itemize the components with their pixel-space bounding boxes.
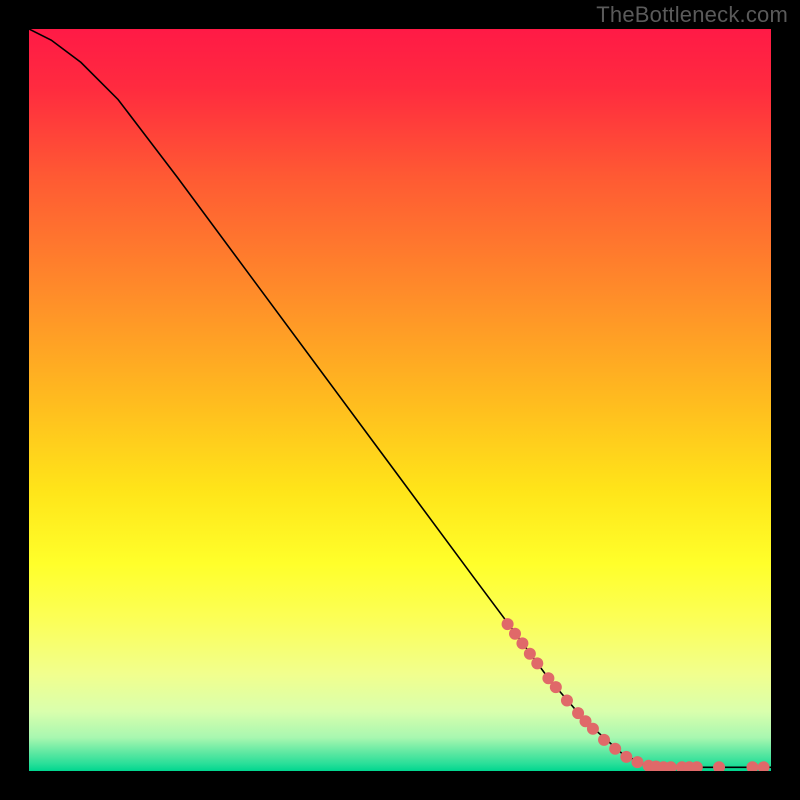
data-marker: [609, 743, 621, 755]
data-marker: [524, 648, 536, 660]
gradient-background: [29, 29, 771, 771]
data-marker: [550, 681, 562, 693]
data-marker: [516, 637, 528, 649]
data-marker: [587, 723, 599, 735]
data-marker: [631, 756, 643, 768]
plot-area: [29, 29, 771, 771]
data-marker: [620, 751, 632, 763]
chart-frame: TheBottleneck.com: [0, 0, 800, 800]
data-marker: [598, 734, 610, 746]
data-marker: [531, 657, 543, 669]
data-marker: [509, 628, 521, 640]
watermark-text: TheBottleneck.com: [596, 2, 788, 28]
data-marker: [502, 618, 514, 630]
data-marker: [561, 695, 573, 707]
chart-svg: [29, 29, 771, 771]
